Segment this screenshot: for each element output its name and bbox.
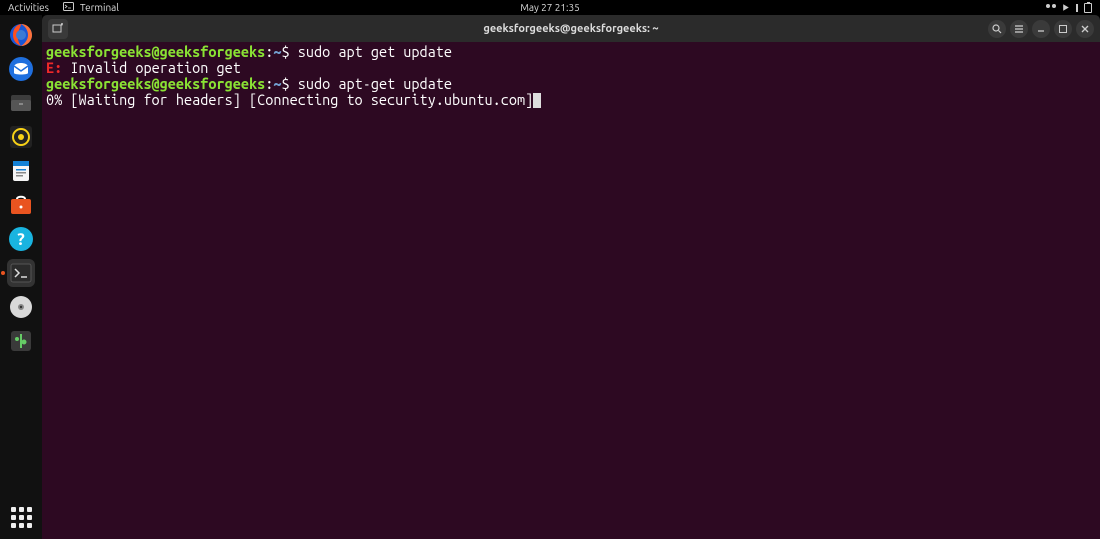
rhythmbox-icon[interactable] [7,123,35,151]
menu-button[interactable] [1010,20,1028,38]
maximize-icon [1059,25,1067,33]
maximize-button[interactable] [1054,20,1072,38]
terminal-titlebar: geeksforgeeks@geeksforgeeks: ~ [42,15,1100,42]
terminal-icon[interactable] [7,259,35,287]
writer-icon[interactable] [7,157,35,185]
gnome-topbar: Activities Terminal May 27 21:35 [0,0,1100,15]
show-applications-button[interactable] [7,503,35,531]
new-tab-button[interactable] [48,19,68,39]
terminal-window: geeksforgeeks@geeksforgeeks: ~ geeksforg… [42,15,1100,539]
minimize-button[interactable] [1032,20,1050,38]
activities-button[interactable]: Activities [8,2,49,13]
svg-text:?: ? [17,230,25,249]
trash-icon[interactable] [7,327,35,355]
terminal-small-icon [63,2,74,13]
firefox-icon[interactable] [7,21,35,49]
close-button[interactable] [1076,20,1094,38]
window-title: geeksforgeeks@geeksforgeeks: ~ [42,23,1100,35]
software-icon[interactable] [7,191,35,219]
help-icon[interactable]: ? [7,225,35,253]
files-icon[interactable] [7,89,35,117]
volume-icon[interactable] [1063,4,1069,10]
network-icon[interactable] [1046,4,1056,12]
disc-icon[interactable] [7,293,35,321]
dock: ? [0,15,42,539]
clock[interactable]: May 27 21:35 [0,2,1100,13]
terminal-body[interactable]: geeksforgeeks@geeksforgeeks:~$ sudo apt … [42,42,1100,539]
current-app-label: Terminal [80,2,119,13]
current-app[interactable]: Terminal [63,2,119,13]
search-button[interactable] [988,20,1006,38]
volume-bar-icon [1076,4,1078,12]
thunderbird-icon[interactable] [7,55,35,83]
battery-icon[interactable] [1084,3,1092,13]
